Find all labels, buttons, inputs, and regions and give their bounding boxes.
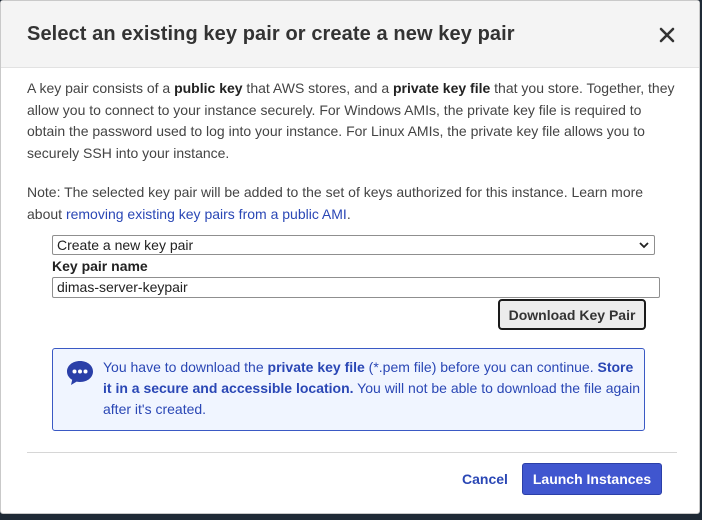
launch-instances-button[interactable]: Launch Instances bbox=[522, 463, 662, 495]
description-text-2: that AWS stores, and a bbox=[242, 80, 393, 96]
dialog-title: Select an existing key pair or create a … bbox=[27, 23, 515, 45]
note-end: . bbox=[346, 205, 351, 222]
close-icon bbox=[659, 27, 675, 43]
download-key-pair-button[interactable]: Download Key Pair bbox=[498, 299, 646, 330]
cancel-button[interactable]: Cancel bbox=[462, 471, 508, 487]
info-private-key-file: private key file bbox=[267, 359, 365, 375]
description: A key pair consists of a public key that… bbox=[27, 78, 679, 164]
info-alert: You have to download the private key fil… bbox=[52, 348, 645, 431]
chevron-down-icon bbox=[639, 242, 649, 249]
removing-key-pairs-link[interactable]: removing existing key pairs from a publi… bbox=[66, 206, 347, 222]
footer-divider bbox=[27, 452, 677, 453]
info-text: You have to download the private key fil… bbox=[103, 357, 643, 420]
key-pair-select[interactable]: Create a new key pair bbox=[52, 235, 655, 255]
chat-bubble-icon bbox=[67, 361, 93, 385]
key-pair-dialog: Select an existing key pair or create a … bbox=[0, 0, 700, 514]
description-text-1: A key pair consists of a bbox=[27, 80, 175, 96]
description-private-key-file: private key file bbox=[393, 80, 491, 96]
key-pair-name-input[interactable]: dimas-server-keypair bbox=[52, 277, 660, 298]
description-public-key: public key bbox=[174, 80, 243, 96]
key-pair-name-label: Key pair name bbox=[52, 258, 148, 274]
close-button[interactable] bbox=[655, 23, 679, 47]
info-text-1: You have to download the bbox=[103, 359, 268, 375]
note: Note: The selected key pair will be adde… bbox=[27, 182, 679, 225]
dialog-header: Select an existing key pair or create a … bbox=[1, 1, 699, 68]
info-text-2: (*.pem file) before you can continue. bbox=[364, 359, 598, 375]
key-pair-select-value: Create a new key pair bbox=[57, 237, 194, 253]
